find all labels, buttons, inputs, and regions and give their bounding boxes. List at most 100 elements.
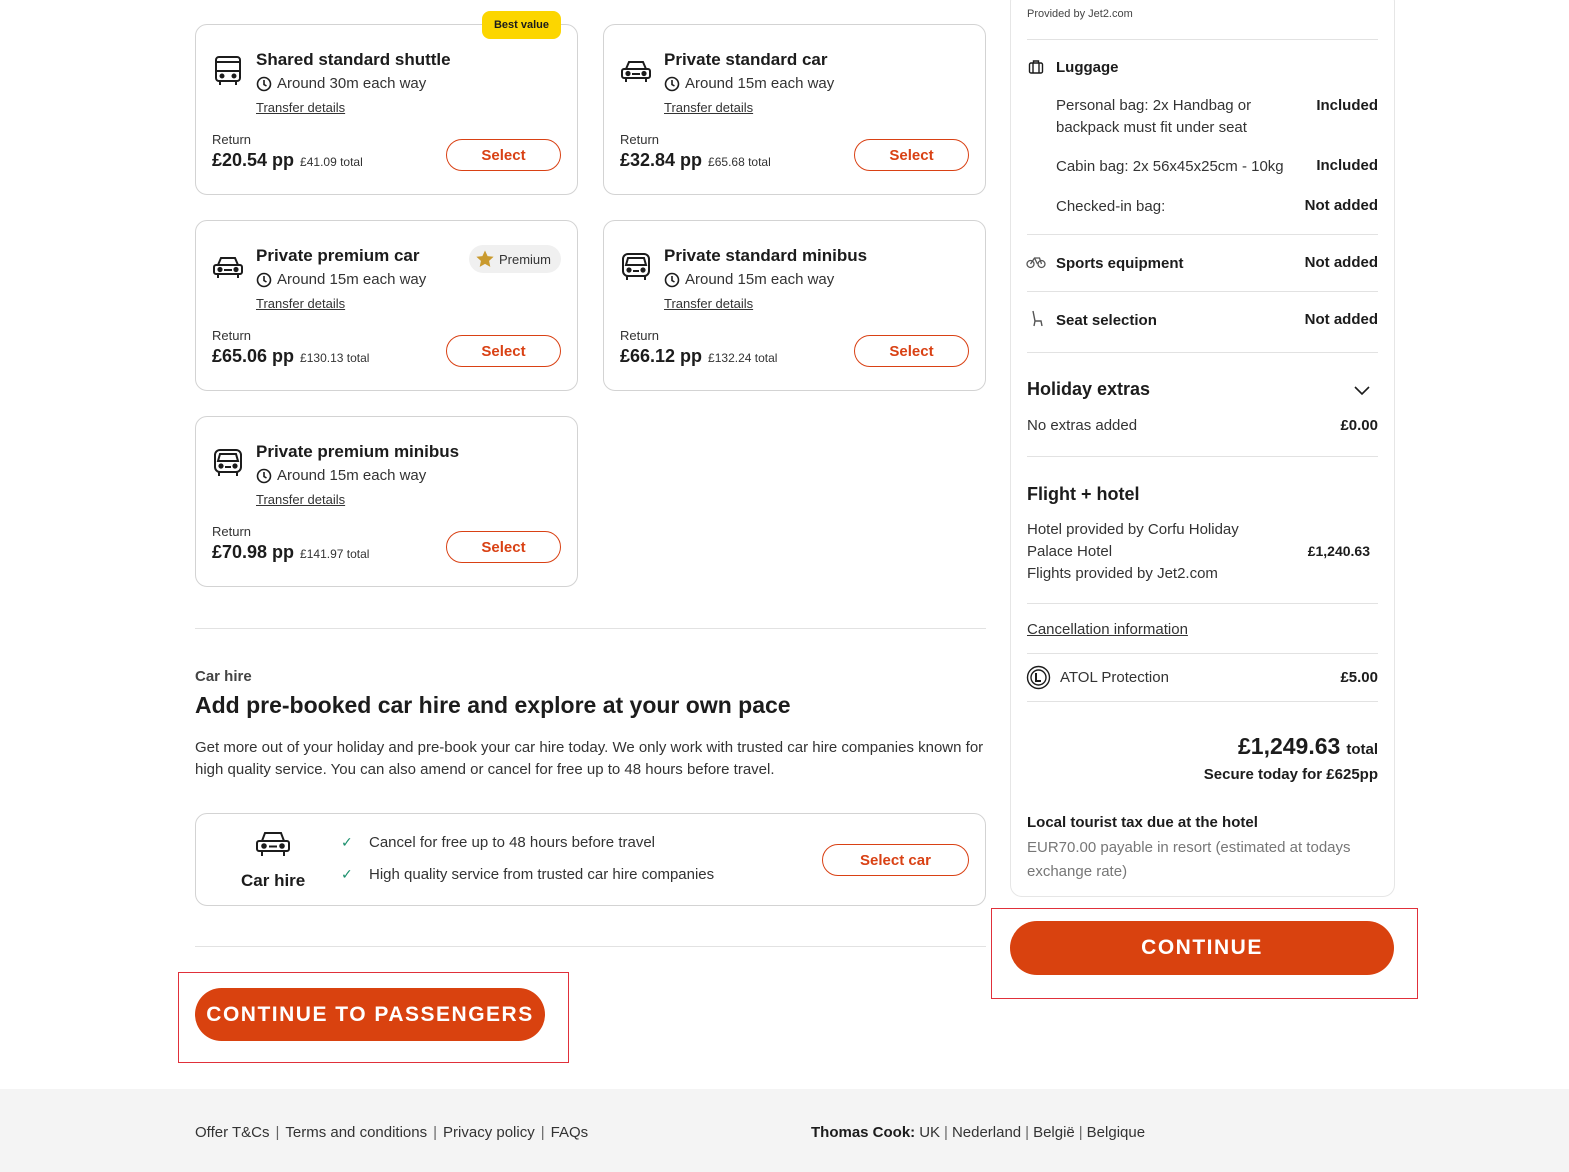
separator: | [1025,1124,1030,1141]
check-icon: ✓ [341,866,353,882]
premium-badge: Premium [468,245,561,273]
return-label: Return [212,524,252,539]
country-link-nederland[interactable]: Nederland [952,1124,1021,1141]
separator: | [275,1124,280,1141]
price: £32.84 pp £65.68 total [620,150,771,171]
car-hire-feature: ✓ High quality service from trusted car … [341,866,714,883]
select-button[interactable]: Select [446,335,561,367]
summary-divider [1027,352,1378,353]
car-hire-heading: Add pre-booked car hire and explore at y… [195,692,791,718]
return-label: Return [620,132,660,147]
atol-label: ATOL Protection [1060,669,1169,686]
car-hire-feature: ✓ Cancel for free up to 48 hours before … [341,834,655,851]
car-icon [213,257,243,278]
separator: | [1078,1124,1083,1141]
holiday-extras-label: No extras added [1027,417,1138,434]
transfer-title: Private standard minibus [664,246,868,265]
transfer-duration: Around 15m each way [664,75,834,92]
minibus-icon [622,253,650,280]
summary-divider [1027,653,1378,654]
sports-equipment-label: Sports equipment [1056,255,1184,272]
privacy-policy-link[interactable]: Privacy policy [443,1124,535,1141]
tourist-tax-text: EUR70.00 payable in resort (estimated at… [1027,839,1351,880]
country-link-belgique[interactable]: Belgique [1087,1124,1145,1141]
terms-link[interactable]: Terms and conditions [285,1124,427,1141]
transfer-details-link[interactable]: Transfer details [256,492,345,507]
separator: | [540,1124,545,1141]
transfer-title: Shared standard shuttle [256,50,451,69]
duration-text: Around 15m each way [685,75,835,92]
cabin-bag-label: Cabin bag: 2x 56x45x25cm - 10kg [1056,158,1284,175]
transfer-title: Private standard car [664,50,828,69]
price-total: £65.68 total [708,155,771,169]
price-per-person: £66.12 pp [620,346,703,366]
summary-divider [1027,234,1378,235]
price-total: £41.09 total [300,155,363,169]
feature-text: High quality service from trusted car hi… [369,866,715,883]
minibus-icon [214,449,242,476]
holiday-extras-value: £0.00 [1340,417,1378,434]
country-link-belgie[interactable]: België [1033,1124,1075,1141]
car-hire-box: Car hire ✓ Cancel for free up to 48 hour… [195,813,986,906]
duration-text: Around 15m each way [277,271,427,288]
transfer-details-link[interactable]: Transfer details [664,296,753,311]
seat-selection-label: Seat selection [1056,312,1157,329]
flight-hotel-line: Palace Hotel [1027,543,1113,560]
footer: Offer T&Cs | Terms and conditions | Priv… [0,1089,1569,1172]
transfer-details-link[interactable]: Transfer details [256,296,345,311]
price-per-person: £70.98 pp [212,542,295,562]
continue-button[interactable]: CONTINUE [1010,921,1394,975]
transfer-details-link[interactable]: Transfer details [256,100,345,115]
transfer-duration: Around 15m each way [256,467,426,484]
price: £66.12 pp £132.24 total [620,346,777,367]
chevron-down-icon[interactable] [1353,384,1371,396]
transfer-card-private-standard-car: Private standard car Around 15m each way… [603,24,986,195]
car-hire-kicker: Car hire [195,668,252,685]
flight-hotel-line: Hotel provided by Corfu Holiday [1027,521,1239,538]
clock-icon [664,76,680,91]
star-icon [476,250,494,267]
return-label: Return [212,132,252,147]
summary-divider [1027,456,1378,457]
clock-icon [664,272,680,287]
secure-today-text: Secure today for £625pp [1203,766,1378,783]
transfer-card-private-standard-minibus: Private standard minibus Around 15m each… [603,220,986,391]
select-button[interactable]: Select [446,531,561,563]
luggage-icon [1028,60,1044,74]
transfer-duration: Around 15m each way [664,271,834,288]
personal-bag-value: Included [1316,97,1378,114]
feature-text: Cancel for free up to 48 hours before tr… [369,834,655,851]
atol-value: £5.00 [1340,669,1378,686]
transfer-duration: Around 15m each way [256,271,426,288]
transfer-details-link[interactable]: Transfer details [664,100,753,115]
select-car-button[interactable]: Select car [822,844,969,876]
total-amount: £1,249.63 [1238,733,1341,759]
personal-bag-label: Personal bag: 2x Handbag or backpack mus… [1056,97,1252,136]
check-icon: ✓ [341,834,353,850]
cancellation-information-link[interactable]: Cancellation information [1027,621,1188,638]
price-total: £130.13 total [300,351,370,365]
select-button[interactable]: Select [854,139,969,171]
return-label: Return [212,328,252,343]
total-price: £1,249.63 total [1238,733,1378,760]
separator: | [433,1124,438,1141]
car-icon [621,61,651,82]
offer-tcs-link[interactable]: Offer T&Cs [195,1124,269,1141]
transfer-card-private-premium-minibus: Private premium minibus Around 15m each … [195,416,578,587]
car-icon [256,832,290,856]
best-value-badge: Best value [481,11,561,39]
seat-selection-value: Not added [1304,311,1378,328]
select-button[interactable]: Select [854,335,969,367]
clock-icon [256,76,272,91]
duration-text: Around 15m each way [685,271,835,288]
bus-icon [215,56,241,85]
continue-to-passengers-button[interactable]: CONTINUE TO PASSENGERS [195,988,545,1041]
select-button[interactable]: Select [446,139,561,171]
faqs-link[interactable]: FAQs [551,1124,589,1141]
flight-hotel-title: Flight + hotel [1027,484,1140,504]
checked-bag-value: Not added [1304,197,1378,214]
price-per-person: £65.06 pp [212,346,295,366]
price: £70.98 pp £141.97 total [212,542,369,563]
country-link-uk[interactable]: UK [919,1124,940,1141]
section-divider [195,946,986,947]
